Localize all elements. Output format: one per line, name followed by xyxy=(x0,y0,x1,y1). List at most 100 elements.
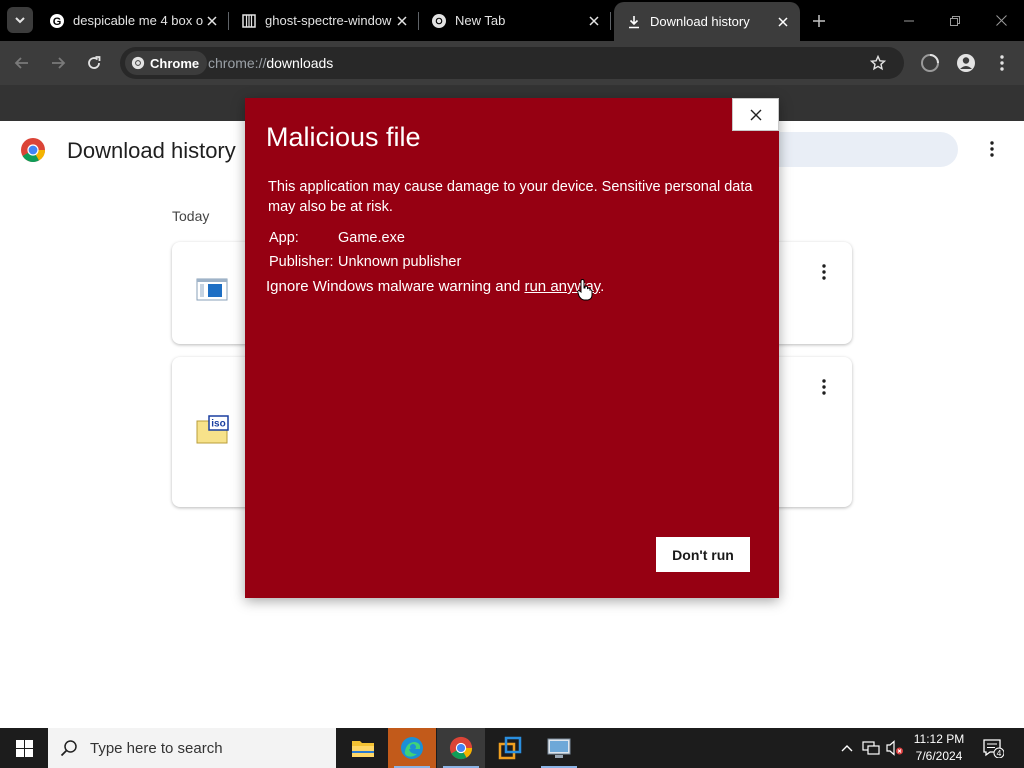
notifications-icon: 4 xyxy=(983,739,1004,758)
chip-label: Chrome xyxy=(150,55,200,71)
plus-icon xyxy=(813,15,825,27)
virtualbox-icon xyxy=(498,736,522,760)
publisher-value: Unknown publisher xyxy=(338,254,462,270)
search-icon xyxy=(60,740,77,757)
close-icon xyxy=(995,15,1007,26)
iso-file-icon: iso xyxy=(196,415,229,444)
chrome-logo-icon xyxy=(21,138,45,163)
profile-icon xyxy=(957,54,975,72)
remote-desktop-icon xyxy=(547,738,571,758)
page-menu-button[interactable] xyxy=(982,139,1002,159)
tab-new-tab[interactable]: New Tab xyxy=(419,0,611,41)
minimize-button[interactable] xyxy=(886,0,932,41)
windows-taskbar: Type here to search 11:12 PM 7/6/2024 4 xyxy=(0,728,1024,768)
tab-title: ghost-spectre-window xyxy=(265,13,392,28)
more-vert-icon xyxy=(822,264,826,280)
reload-icon xyxy=(88,56,101,69)
network-icon xyxy=(862,741,880,755)
folder-icon xyxy=(352,741,374,757)
svg-text:iso: iso xyxy=(211,419,225,430)
item-menu-button[interactable] xyxy=(814,262,834,282)
more-vert-icon xyxy=(990,141,994,157)
site-info-chip[interactable]: Chrome xyxy=(125,51,208,75)
close-tab-icon[interactable] xyxy=(585,12,603,30)
more-vert-icon xyxy=(1000,55,1004,71)
app-label: App: xyxy=(269,230,299,246)
taskbar-remote-desktop[interactable] xyxy=(535,728,583,768)
warning-line: Ignore Windows malware warning and run a… xyxy=(266,278,605,295)
restore-icon xyxy=(950,15,960,26)
back-button[interactable] xyxy=(8,49,36,77)
svg-text:4: 4 xyxy=(997,748,1002,758)
start-button[interactable] xyxy=(0,728,48,768)
close-tab-icon[interactable] xyxy=(393,12,411,30)
new-tab-button[interactable] xyxy=(808,10,830,32)
tab-strip: G despicable me 4 box o ghost-spectre-wi… xyxy=(0,0,1024,41)
dont-run-button[interactable]: Don't run xyxy=(656,537,750,572)
chevron-down-icon xyxy=(15,17,25,24)
page-title: Download history xyxy=(67,138,236,163)
chrome-icon xyxy=(131,56,145,70)
action-center-button[interactable]: 4 xyxy=(978,728,1008,768)
download-icon xyxy=(626,14,642,30)
tab-despicable[interactable]: G despicable me 4 box o xyxy=(37,0,229,41)
search-downloads-input[interactable] xyxy=(760,132,958,167)
hand-cursor-icon xyxy=(577,279,593,301)
taskbar-edge[interactable] xyxy=(388,728,436,768)
tray-volume[interactable] xyxy=(884,728,906,768)
dialog-message: This application may cause damage to you… xyxy=(268,179,753,215)
dialog-title: Malicious file xyxy=(266,122,421,152)
taskbar-search-box[interactable]: Type here to search xyxy=(48,728,336,768)
item-menu-button[interactable] xyxy=(814,377,834,397)
svg-text:G: G xyxy=(53,16,62,28)
bookmark-star-button[interactable] xyxy=(866,51,890,75)
exe-file-icon xyxy=(196,278,228,301)
tray-network[interactable] xyxy=(860,728,882,768)
taskbar-file-explorer[interactable] xyxy=(339,728,387,768)
close-window-button[interactable] xyxy=(978,0,1024,41)
tab-download-history[interactable]: Download history xyxy=(614,2,800,41)
tab-ghost-spectre[interactable]: ghost-spectre-window xyxy=(229,0,419,41)
chrome-menu-button[interactable] xyxy=(988,49,1016,77)
archive-icon xyxy=(241,13,257,29)
chevron-up-icon xyxy=(841,745,853,752)
reload-button[interactable] xyxy=(80,49,108,77)
star-icon xyxy=(870,55,886,71)
app-value: Game.exe xyxy=(338,230,405,246)
windows-logo-icon xyxy=(15,739,33,757)
clock-date: 7/6/2024 xyxy=(915,749,963,763)
tab-search-button[interactable] xyxy=(7,7,33,33)
tab-title: despicable me 4 box o xyxy=(73,13,203,28)
back-arrow-icon xyxy=(14,57,28,69)
close-tab-icon[interactable] xyxy=(774,13,792,31)
publisher-label: Publisher: xyxy=(269,254,334,270)
forward-arrow-icon xyxy=(52,57,66,69)
chrome-icon xyxy=(431,13,447,29)
minimize-icon xyxy=(904,20,914,21)
tab-title: Download history xyxy=(650,14,750,29)
address-bar[interactable]: Chrome chrome://downloads xyxy=(120,47,904,79)
taskbar-virtualbox[interactable] xyxy=(486,728,534,768)
google-g-icon: G xyxy=(49,13,65,29)
date-group-label: Today xyxy=(172,208,210,224)
chrome-icon xyxy=(449,736,473,760)
loading-spinner-icon xyxy=(921,54,939,72)
search-placeholder: Type here to search xyxy=(90,739,223,757)
close-icon xyxy=(750,109,761,120)
tray-overflow-button[interactable] xyxy=(838,728,856,768)
taskbar-chrome[interactable] xyxy=(437,728,485,768)
more-vert-icon xyxy=(822,379,826,395)
restore-button[interactable] xyxy=(932,0,978,41)
malicious-file-dialog: Malicious file This application may caus… xyxy=(245,98,779,598)
edge-icon xyxy=(401,737,423,759)
clock-time: 11:12 PM xyxy=(913,732,965,746)
profile-button[interactable] xyxy=(952,49,980,77)
extension-loading-button[interactable] xyxy=(916,49,944,77)
browser-toolbar: Chrome chrome://downloads xyxy=(0,41,1024,85)
volume-muted-icon xyxy=(886,740,903,756)
url-text: chrome://downloads xyxy=(208,55,334,71)
close-tab-icon[interactable] xyxy=(203,12,221,30)
forward-button[interactable] xyxy=(44,49,72,77)
dialog-close-button[interactable] xyxy=(732,98,779,131)
taskbar-clock[interactable]: 11:12 PM 7/6/2024 xyxy=(906,731,972,765)
